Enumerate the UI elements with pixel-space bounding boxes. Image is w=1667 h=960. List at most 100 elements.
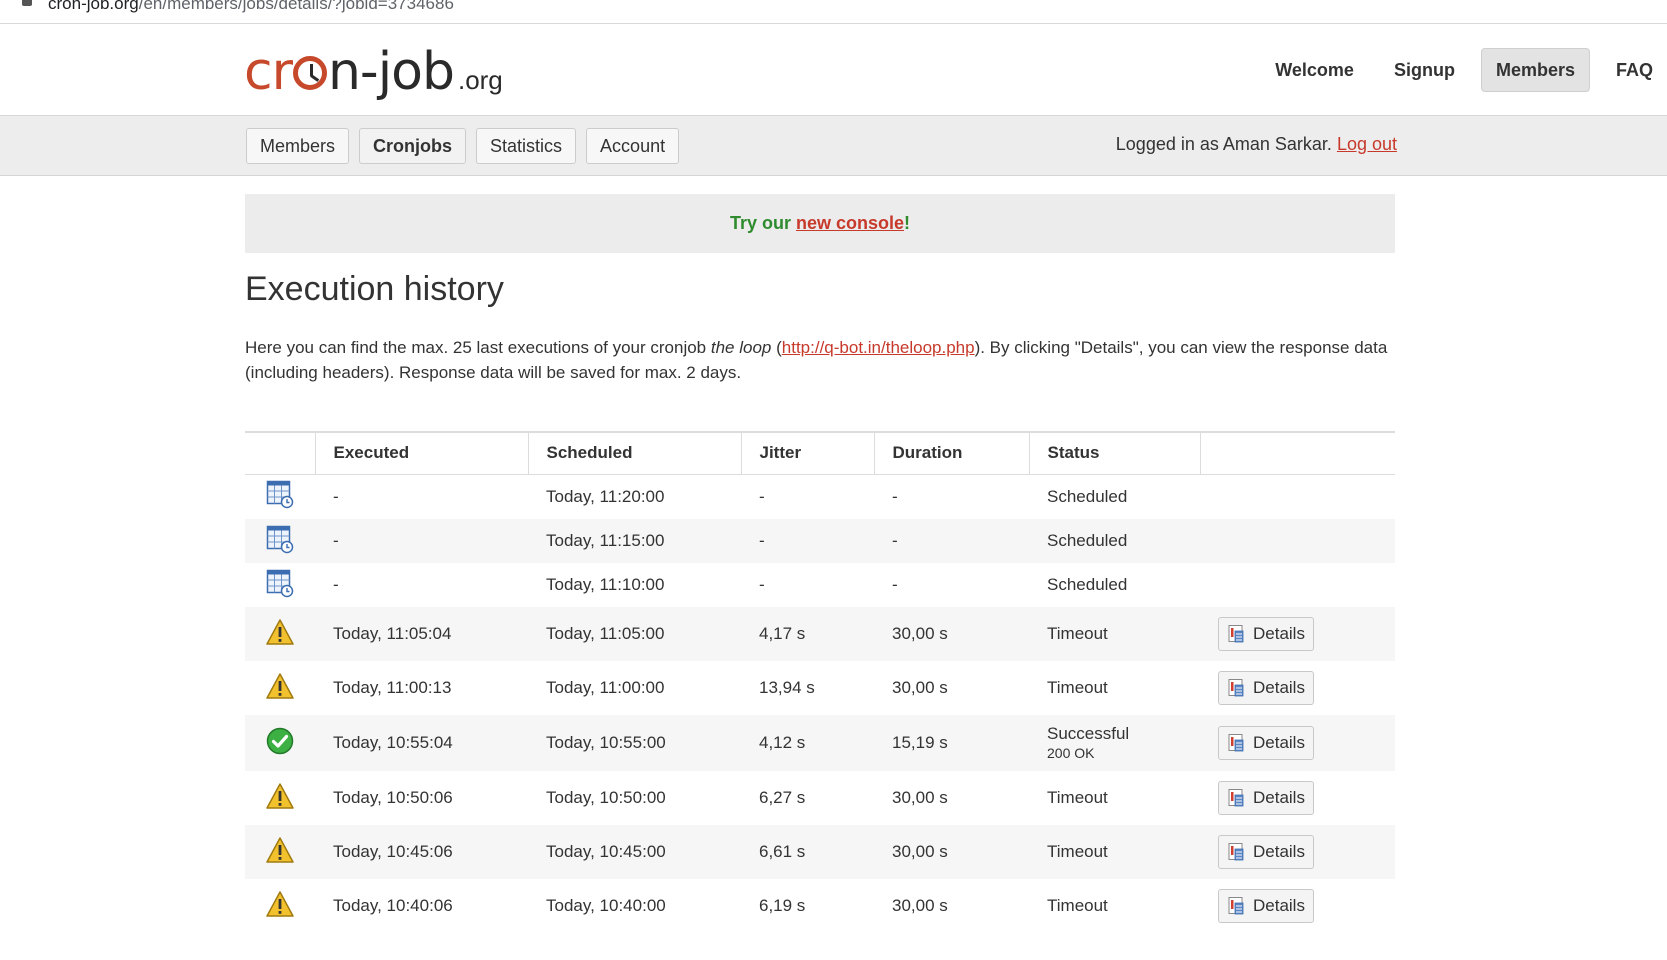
cell-scheduled: Today, 10:50:00 <box>546 788 666 807</box>
status-code: 200 OK <box>1047 745 1095 761</box>
status-icon-cell <box>245 563 315 607</box>
status-icon-cell <box>245 607 315 661</box>
header-duration: Duration <box>874 431 1030 475</box>
cell-scheduled: Today, 11:05:00 <box>546 624 665 643</box>
tab-cronjobs[interactable]: Cronjobs <box>359 128 467 164</box>
details-button[interactable]: Details <box>1218 617 1314 651</box>
cell-status: Scheduled <box>1029 519 1200 563</box>
details-icon <box>1227 788 1253 808</box>
header-actions <box>1200 431 1395 475</box>
cell-scheduled: Today, 10:45:00 <box>546 842 666 861</box>
execution-history-table: Executed Scheduled Jitter Duration Statu… <box>245 431 1395 933</box>
logo-wordmark: cr n-job <box>244 42 455 102</box>
address-url[interactable]: cron-job.org/en/members/jobs/details/?jo… <box>48 0 454 14</box>
sub-navigation: Members Cronjobs Statistics Account <box>246 128 689 164</box>
cell-jitter: 4,12 s <box>759 733 806 752</box>
details-button[interactable]: Details <box>1218 835 1314 869</box>
details-icon <box>1227 733 1253 753</box>
status-text: Timeout <box>1047 896 1108 915</box>
intro-part-1: Here you can find the max. 25 last execu… <box>245 338 711 357</box>
table-row: - Today, 11:10:00 - - Scheduled <box>245 563 1395 607</box>
tab-account[interactable]: Account <box>586 128 680 164</box>
cell-jitter: - <box>759 575 765 594</box>
status-text: Scheduled <box>1047 486 1128 506</box>
status-text: Successful <box>1047 724 1130 743</box>
cell-status: Successful 200 OK <box>1029 715 1200 771</box>
new-console-link[interactable]: new console <box>796 213 904 233</box>
nav-members[interactable]: Members <box>1480 48 1590 92</box>
job-url-link[interactable]: http://q-bot.in/theloop.php <box>782 338 975 357</box>
cell-actions: Details <box>1200 879 1395 933</box>
banner-suffix: ! <box>904 213 911 233</box>
details-button[interactable]: Details <box>1218 781 1314 815</box>
cell-executed: Today, 11:00:13 <box>333 678 452 697</box>
cell-duration: - <box>892 575 898 594</box>
status-text: Timeout <box>1047 788 1108 807</box>
nav-faq[interactable]: FAQ <box>1602 48 1667 92</box>
nav-signup[interactable]: Signup <box>1380 48 1469 92</box>
table-row: - Today, 11:15:00 - - Scheduled <box>245 519 1395 563</box>
details-label: Details <box>1253 788 1305 807</box>
tab-statistics[interactable]: Statistics <box>476 128 577 164</box>
table-row: Today, 10:40:06 Today, 10:40:00 6,19 s 30,0… <box>245 879 1395 933</box>
top-navigation: Welcome Signup Members FAQ <box>1249 48 1667 92</box>
cell-executed: Today, 10:55:04 <box>333 733 453 752</box>
details-label: Details <box>1253 896 1305 915</box>
nav-welcome[interactable]: Welcome <box>1261 48 1368 92</box>
header-executed: Executed <box>315 431 529 475</box>
cell-scheduled: Today, 11:20:00 <box>546 486 665 506</box>
cron-job-logo[interactable]: cr n-job .org <box>244 40 503 100</box>
status-text: Timeout <box>1047 842 1108 861</box>
header-status: Status <box>1029 431 1201 475</box>
logo-tld: .org <box>457 65 503 95</box>
table-row: Today, 11:05:04 Today, 11:05:00 4,17 s 30,0… <box>245 607 1395 661</box>
cell-executed: Today, 10:40:06 <box>333 896 453 915</box>
url-path: /en/members/jobs/details/?jobid=3734686 <box>138 0 454 13</box>
url-host: cron-job.org <box>48 0 139 13</box>
details-icon <box>1227 896 1253 916</box>
table-header-row: Executed Scheduled Jitter Duration Statu… <box>245 431 1395 475</box>
details-button[interactable]: Details <box>1218 889 1314 923</box>
details-label: Details <box>1253 842 1305 861</box>
status-text: Timeout <box>1047 678 1108 697</box>
details-button[interactable]: Details <box>1218 671 1314 705</box>
cell-actions: Details <box>1200 771 1395 825</box>
details-icon <box>1227 842 1253 862</box>
page-title: Execution history <box>245 270 504 308</box>
job-name: the loop <box>710 338 772 357</box>
header-scheduled: Scheduled <box>528 431 742 475</box>
status-icon-cell <box>245 474 315 519</box>
cell-scheduled: Today, 10:40:00 <box>546 896 666 915</box>
table-row: Today, 10:50:06 Today, 10:50:00 6,27 s 30,0… <box>245 771 1395 825</box>
cell-executed: - <box>333 531 339 550</box>
console-banner: Try our new console! <box>245 194 1395 253</box>
cell-jitter: 6,61 s <box>759 842 806 861</box>
cell-executed: Today, 10:50:06 <box>333 788 453 807</box>
cell-actions: Details <box>1200 825 1395 879</box>
cell-duration: 30,00 s <box>892 678 948 697</box>
warning-icon <box>265 672 295 705</box>
clock-icon <box>292 56 327 90</box>
header-jitter: Jitter <box>741 431 875 475</box>
site-header: cr n-job .org Welcome Signup Members FAQ <box>0 24 1667 116</box>
cell-executed: - <box>333 486 339 506</box>
browser-address-bar[interactable]: cron-job.org/en/members/jobs/details/?jo… <box>0 0 1667 24</box>
success-icon <box>266 727 294 760</box>
cell-scheduled: Today, 11:10:00 <box>546 575 665 594</box>
tab-members[interactable]: Members <box>246 128 350 164</box>
cell-duration: 15,19 s <box>892 733 948 752</box>
status-text: Timeout <box>1047 624 1108 643</box>
logout-link[interactable]: Log out <box>1337 134 1397 154</box>
logo-text-job: n-job <box>327 42 455 102</box>
table-row: - Today, 11:20:00 - - Scheduled <box>245 474 1395 519</box>
cell-duration: 30,00 s <box>892 624 948 643</box>
status-icon-cell <box>245 661 315 715</box>
cell-duration: 30,00 s <box>892 842 948 861</box>
cell-actions <box>1200 474 1395 519</box>
lock-icon <box>22 0 32 6</box>
intro-part-2: ( <box>771 338 782 357</box>
details-button[interactable]: Details <box>1218 726 1314 760</box>
cell-jitter: 6,27 s <box>759 788 806 807</box>
warning-icon <box>265 782 295 815</box>
cell-status: Timeout <box>1029 771 1200 825</box>
